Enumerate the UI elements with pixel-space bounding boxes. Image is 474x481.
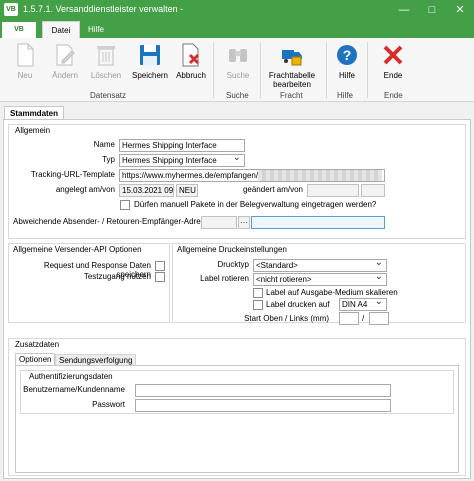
start-links-input[interactable]: [369, 312, 389, 325]
start-oben-links-label: Start Oben / Links (mm): [244, 314, 329, 323]
section-title: Allgemein: [15, 126, 51, 135]
truck-table-icon: [282, 50, 302, 66]
testzugang-checkbox[interactable]: [155, 272, 165, 282]
testzugang-label: Testzugang nutzen: [83, 272, 151, 281]
label-rotieren-label: Label rotieren: [200, 274, 249, 283]
label-skalieren-label: Label auf Ausgabe-Medium skalieren: [266, 288, 398, 297]
neu-button[interactable]: Neu: [8, 40, 42, 90]
absender-code-field: [201, 216, 237, 229]
ende-button[interactable]: Ende: [378, 40, 408, 90]
save-disk-icon: [140, 45, 160, 65]
name-input[interactable]: Hermes Shipping Interface: [119, 139, 245, 152]
group-label-fracht: Fracht: [280, 91, 303, 100]
ribbon-separator: [260, 42, 261, 98]
section-title: Authentifizierungsdaten: [29, 372, 113, 381]
masked-text: [258, 170, 382, 181]
maximize-icon[interactable]: □: [418, 0, 446, 20]
optionen-panel: Authentifizierungsdaten Benutzername/Kun…: [15, 365, 459, 473]
section-title: Zusatzdaten: [15, 340, 60, 349]
tab-sendungsverfolgung[interactable]: Sendungsverfolgung: [55, 354, 137, 365]
window-title: 1.5.7.1. Versanddienstleister verwalten …: [23, 4, 184, 14]
manual-packages-checkbox[interactable]: [120, 200, 130, 210]
suche-button[interactable]: Suche: [220, 40, 256, 90]
content-area: Stammdaten Allgemein Name Hermes Shippin…: [0, 102, 474, 481]
absender-label: Abweichende Absender- / Retouren-Empfäng…: [13, 217, 214, 226]
section-title: Allgemeine Druckeinstellungen: [177, 245, 287, 254]
typ-select[interactable]: Hermes Shipping Interface: [119, 154, 245, 167]
drucktyp-select[interactable]: <Standard>: [253, 259, 387, 272]
geaendert-user-field: [361, 184, 385, 197]
close-x-icon: [383, 45, 403, 65]
ribbon-separator: [213, 42, 214, 98]
typ-label: Typ: [102, 155, 115, 164]
edit-document-icon: [56, 44, 75, 66]
tab-hilfe[interactable]: Hilfe: [82, 21, 110, 38]
geaendert-date-field: [307, 184, 359, 197]
app-logo-icon[interactable]: VB: [4, 3, 18, 16]
ribbon-separator: [367, 42, 368, 98]
abbruch-button[interactable]: Abbruch: [172, 40, 210, 90]
group-label-suche: Suche: [226, 91, 249, 100]
benutzername-input[interactable]: [135, 384, 391, 397]
angelegt-date-field: 15.03.2021 09:: [119, 184, 174, 197]
new-document-icon: [17, 43, 34, 67]
druckeinstellungen-section: Allgemeine Druckeinstellungen Drucktyp <…: [172, 243, 466, 325]
tab-datei[interactable]: Datei: [42, 21, 80, 38]
hilfe-button[interactable]: ? Hilfe: [332, 40, 362, 90]
section-title: Allgemeine Versender-API Optionen: [13, 245, 142, 254]
label-rotieren-select[interactable]: <nicht rotieren>: [253, 273, 387, 286]
trash-icon: [97, 46, 115, 66]
tracking-url-value: https://www.myhermes.de/empfangen/: [122, 171, 259, 180]
tracking-url-input[interactable]: https://www.myhermes.de/empfangen/: [119, 169, 385, 182]
browse-button[interactable]: ···: [238, 216, 250, 229]
slash-separator: /: [362, 314, 365, 323]
start-oben-input[interactable]: [339, 312, 359, 325]
drucktyp-label: Drucktyp: [217, 260, 249, 269]
geaendert-label: geändert am/von: [242, 185, 303, 194]
stammdaten-page: Allgemein Name Hermes Shipping Interface…: [3, 119, 471, 479]
manual-packages-label: Dürfen manuell Pakete in der Belegverwal…: [134, 200, 377, 209]
group-label-hilfe: Hilfe: [337, 91, 354, 100]
group-label-datensatz: Datensatz: [90, 91, 127, 100]
cancel-document-icon: [182, 43, 200, 67]
authentifizierung-group: Authentifizierungsdaten Benutzername/Kun…: [20, 370, 454, 414]
label-drucken-auf-checkbox[interactable]: [253, 300, 263, 310]
tracking-url-label: Tracking-URL-Template: [30, 170, 115, 179]
tab-optionen[interactable]: Optionen: [15, 353, 56, 365]
svg-text:?: ?: [343, 47, 352, 63]
frachttabelle-button[interactable]: Frachttabelle bearbeiten: [266, 40, 318, 90]
loeschen-button[interactable]: Löschen: [88, 40, 124, 90]
angelegt-user-field: NEU: [176, 184, 198, 197]
angelegt-label: angelegt am/von: [55, 185, 115, 194]
aendern-button[interactable]: Ändern: [46, 40, 84, 90]
ribbon: Neu Ändern Löschen Speichern Abbruch Dat…: [0, 38, 474, 102]
benutzername-label: Benutzername/Kundenname: [23, 385, 125, 394]
name-label: Name: [93, 140, 115, 149]
close-window-icon[interactable]: ✕: [446, 0, 474, 20]
window-controls: — □ ✕: [390, 0, 474, 20]
label-drucken-auf-label: Label drucken auf: [266, 300, 330, 309]
allgemein-section: Allgemein Name Hermes Shipping Interface…: [8, 124, 466, 239]
speichern-button[interactable]: Speichern: [130, 40, 170, 90]
file-tab[interactable]: VB: [2, 22, 36, 38]
passwort-label: Passwort: [92, 400, 125, 409]
zusatzdaten-section: Zusatzdaten Optionen Sendungsverfolgung …: [8, 338, 466, 476]
tab-stammdaten[interactable]: Stammdaten: [4, 106, 65, 120]
group-label-ende: Ende: [384, 91, 403, 100]
label-skalieren-checkbox[interactable]: [253, 288, 263, 298]
drucken-auf-select[interactable]: DIN A4: [339, 298, 387, 311]
help-question-icon: ?: [337, 45, 357, 65]
request-response-checkbox[interactable]: [155, 261, 165, 271]
binoculars-icon: [229, 49, 247, 62]
absender-address-field[interactable]: [251, 216, 385, 229]
passwort-input[interactable]: [135, 399, 391, 412]
minimize-icon[interactable]: —: [390, 0, 418, 20]
ribbon-tab-bar: VB Datei Hilfe: [0, 20, 474, 38]
ribbon-separator: [326, 42, 327, 98]
versender-api-section: Allgemeine Versender-API Optionen Reques…: [8, 243, 170, 323]
title-bar: VB 1.5.7.1. Versanddienstleister verwalt…: [0, 0, 474, 20]
